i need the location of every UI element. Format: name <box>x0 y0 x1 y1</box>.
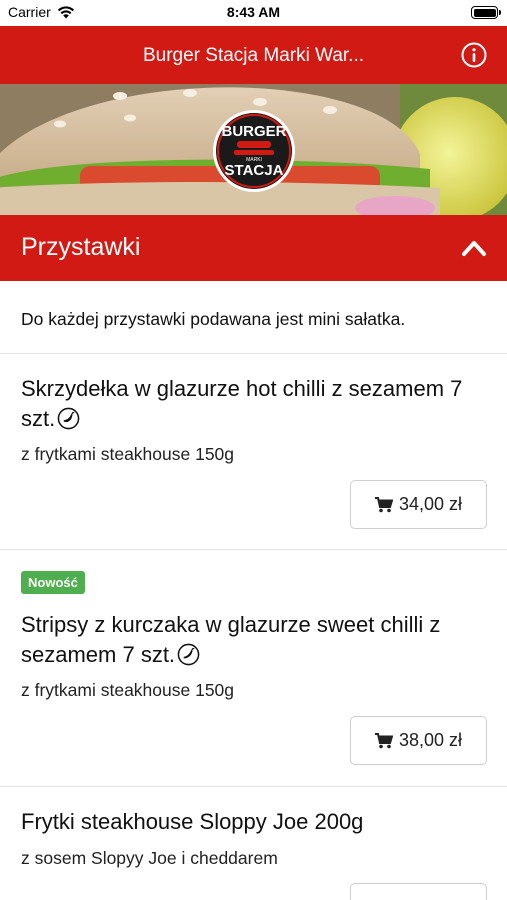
menu-item-title: Frytki steakhouse Sloppy Joe 200g <box>21 809 364 834</box>
menu-item[interactable]: Nowość Stripsy z kurczaka w glazurze swe… <box>0 550 507 787</box>
add-to-cart-button[interactable]: 38,00 zł <box>350 716 487 765</box>
cart-icon <box>374 496 393 512</box>
info-icon[interactable] <box>461 42 487 68</box>
add-to-cart-button[interactable]: 34,00 zł <box>350 480 487 529</box>
category-title: Przystawki <box>21 233 141 261</box>
menu-item-description: z frytkami steakhouse 150g <box>21 680 235 700</box>
status-bar: Carrier 8:43 AM <box>0 0 507 26</box>
restaurant-banner: BURGER MARKI STACJA <box>0 84 507 215</box>
chili-pepper-icon <box>177 643 200 666</box>
price-label: 34,00 zł <box>398 494 463 514</box>
logo-text-top: BURGER <box>221 123 286 140</box>
cart-icon <box>374 732 393 748</box>
menu-item-description: z sosem Slopyy Joe i cheddarem <box>21 848 278 868</box>
add-to-cart-button[interactable] <box>350 883 487 900</box>
navigation-bar: Burger Stacja Marki War... <box>0 26 507 84</box>
menu-item[interactable]: Frytki steakhouse Sloppy Joe 200g z sose… <box>0 787 507 900</box>
battery-icon <box>471 6 501 19</box>
page-title: Burger Stacja Marki War... <box>142 45 365 66</box>
menu-item-title: Stripsy z kurczaka w glazurze sweet chil… <box>21 610 491 670</box>
chili-pepper-icon <box>57 407 80 430</box>
menu-item-title-text: Stripsy z kurczaka w glazurze sweet chil… <box>21 612 441 667</box>
burger-stacja-logo: BURGER MARKI STACJA <box>213 110 295 192</box>
price-label: 38,00 zł <box>398 730 463 750</box>
logo-text-bottom: STACJA <box>225 162 284 179</box>
clock: 8:43 AM <box>226 4 281 20</box>
chevron-up-icon[interactable] <box>461 237 487 259</box>
category-note-text: Do każdej przystawki podawana jest mini … <box>21 309 406 329</box>
menu-item-title-text: Skrzydełka w glazurze hot chilli z sezam… <box>21 376 463 431</box>
category-header[interactable]: Przystawki <box>0 215 507 281</box>
menu-item-description: z frytkami steakhouse 150g <box>21 444 235 464</box>
menu-item[interactable]: Skrzydełka w glazurze hot chilli z sezam… <box>0 354 507 550</box>
new-badge: Nowość <box>21 571 85 594</box>
category-note: Do każdej przystawki podawana jest mini … <box>0 281 507 354</box>
menu-item-title: Skrzydełka w glazurze hot chilli z sezam… <box>21 374 491 434</box>
